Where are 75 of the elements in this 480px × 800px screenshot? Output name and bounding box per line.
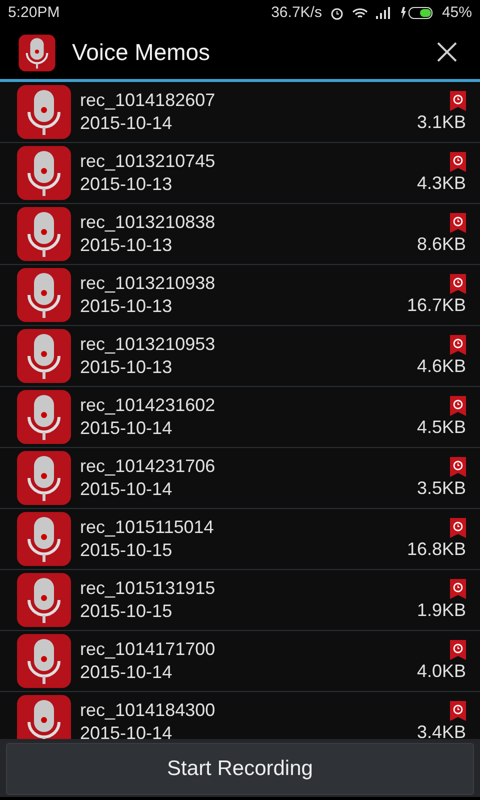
recording-row[interactable]: rec_1014231602 2015-10-14 4.5KB (0, 387, 480, 448)
recording-row[interactable]: rec_1014171700 2015-10-14 4.0KB (0, 631, 480, 692)
recording-row[interactable]: rec_1015115014 2015-10-15 16.8KB (0, 509, 480, 570)
app-title: Voice Memos (72, 38, 212, 68)
recording-date: 2015-10-14 (80, 112, 174, 135)
recording-date: 2015-10-13 (80, 234, 174, 257)
microphone-icon (16, 389, 72, 445)
microphone-icon (16, 694, 72, 739)
microphone-icon (16, 145, 72, 201)
file-size: 4.0KB (416, 660, 466, 682)
recording-row[interactable]: rec_1013210953 2015-10-13 4.6KB (0, 326, 480, 387)
alarm-tag-icon (450, 334, 466, 354)
recording-date: 2015-10-15 (80, 539, 174, 562)
recording-name: rec_1014231706 (80, 455, 216, 478)
microphone-app-icon (18, 34, 56, 72)
recording-name: rec_1014231602 (80, 394, 216, 417)
file-size: 4.5KB (416, 416, 466, 438)
microphone-icon (16, 450, 72, 506)
recording-name: rec_1013210838 (80, 211, 216, 234)
recording-row[interactable]: rec_1015131915 2015-10-15 1.9KB (0, 570, 480, 631)
recording-date: 2015-10-14 (80, 661, 174, 684)
recording-name: rec_1013210938 (80, 272, 216, 295)
recording-date: 2015-10-13 (80, 356, 174, 379)
signal-icon (376, 7, 392, 19)
alarm-tag-icon (450, 700, 466, 720)
recording-date: 2015-10-14 (80, 478, 174, 501)
microphone-icon (16, 572, 72, 628)
recording-row[interactable]: rec_1014182607 2015-10-14 3.1KB (0, 82, 480, 143)
recording-name: rec_1014171700 (80, 638, 216, 661)
alarm-tag-icon (450, 456, 466, 476)
alarm-tag-icon (450, 90, 466, 110)
recording-date: 2015-10-14 (80, 722, 174, 739)
recording-row[interactable]: rec_1013210838 2015-10-13 8.6KB (0, 204, 480, 265)
alarm-tag-icon (450, 396, 466, 416)
file-size: 4.6KB (416, 354, 466, 378)
recording-name: rec_1014182607 (80, 89, 216, 112)
alarm-tag-icon (450, 578, 466, 598)
recording-date: 2015-10-15 (80, 600, 174, 623)
microphone-icon (16, 633, 72, 689)
recording-row[interactable]: rec_1014231706 2015-10-14 3.5KB (0, 448, 480, 509)
status-time: 5:20PM (8, 2, 60, 23)
recording-date: 2015-10-13 (80, 173, 174, 196)
file-size: 3.5KB (416, 476, 466, 500)
recording-name: rec_1015131915 (80, 577, 216, 600)
recording-date: 2015-10-13 (80, 295, 174, 318)
microphone-icon (16, 206, 72, 262)
network-speed: 36.7K/s (271, 2, 322, 23)
alarm-icon (330, 6, 344, 20)
recording-row[interactable]: rec_1013210938 2015-10-13 16.7KB (0, 265, 480, 326)
recording-name: rec_1013210745 (80, 150, 216, 173)
file-size: 8.6KB (416, 232, 466, 256)
alarm-tag-icon (450, 640, 466, 660)
alarm-tag-icon (450, 152, 466, 172)
recording-row[interactable]: rec_1013210745 2015-10-13 4.3KB (0, 143, 480, 204)
microphone-icon (16, 328, 72, 384)
microphone-icon (16, 84, 72, 140)
file-size: 4.3KB (416, 172, 466, 194)
recording-date: 2015-10-14 (80, 417, 174, 440)
file-size: 16.7KB (406, 294, 466, 316)
alarm-tag-icon (450, 212, 466, 232)
recording-name: rec_1015115014 (80, 516, 215, 539)
file-size: 3.1KB (416, 110, 466, 134)
alarm-tag-icon (450, 518, 466, 538)
recording-name: rec_1014184300 (80, 699, 216, 722)
recording-name: rec_1013210953 (80, 333, 216, 356)
microphone-icon (16, 267, 72, 323)
file-size: 1.9KB (416, 598, 466, 622)
battery-icon (400, 6, 434, 20)
file-size: 16.8KB (406, 538, 466, 560)
microphone-icon (16, 511, 72, 567)
battery-percent: 45% (442, 2, 472, 23)
wifi-icon (352, 6, 368, 20)
start-recording-button[interactable]: Start Recording (6, 743, 474, 795)
alarm-tag-icon (450, 274, 466, 294)
file-size: 3.4KB (416, 720, 466, 739)
